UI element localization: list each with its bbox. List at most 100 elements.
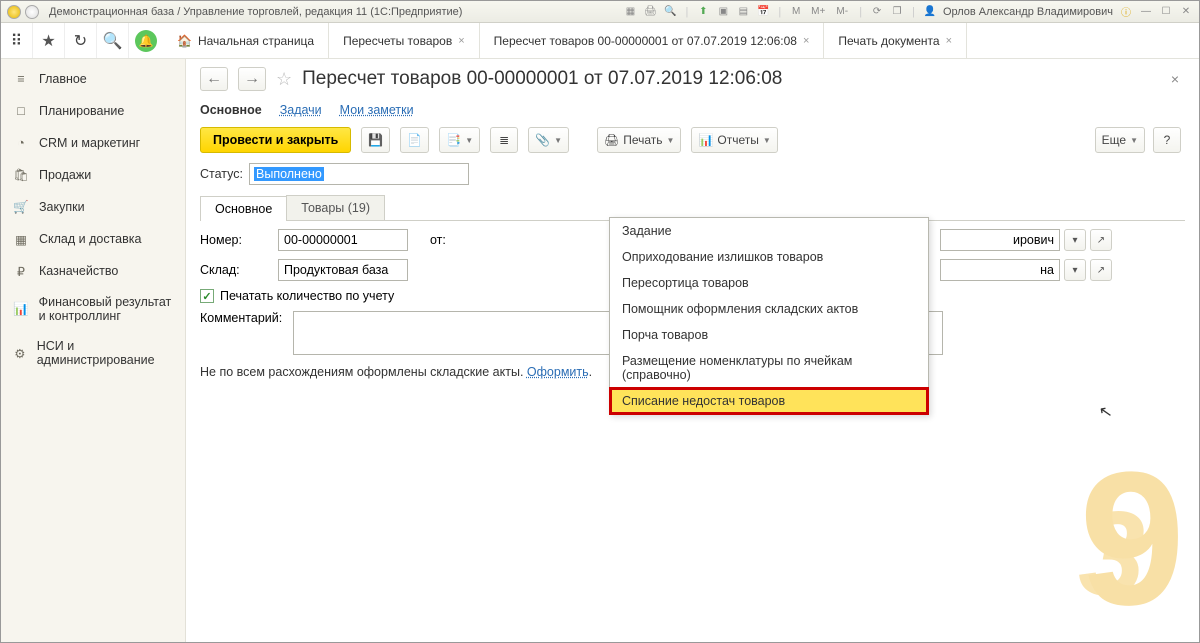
sidebar-item-main[interactable]: ≡Главное xyxy=(1,63,185,95)
number-field[interactable]: 00-00000001 xyxy=(278,229,408,251)
menu-item-writeoff[interactable]: Списание недостач товаров xyxy=(610,388,928,414)
cart-icon: 🛒 xyxy=(13,199,29,215)
link-main[interactable]: Основное xyxy=(200,103,262,117)
close-icon[interactable]: × xyxy=(803,35,809,47)
commit-close-button[interactable]: Провести и закрыть xyxy=(200,127,351,153)
sidebar-item-crm[interactable]: ◔CRM и маркетинг xyxy=(1,127,185,159)
dropdown-button[interactable]: ▾ xyxy=(1064,229,1086,251)
calendar-icon[interactable]: 📅 xyxy=(756,5,770,19)
memory-mminus[interactable]: M- xyxy=(833,5,851,19)
memory-m[interactable]: M xyxy=(789,5,803,19)
menu-item-resort[interactable]: Пересортица товаров xyxy=(610,270,928,296)
dropdown-button[interactable]: ▾ xyxy=(1064,259,1086,281)
gear-icon: ⚙ xyxy=(13,345,27,361)
doc-tab-main[interactable]: Основное xyxy=(200,196,287,221)
search-icon[interactable]: 🔍 xyxy=(97,23,129,58)
list-button[interactable]: ≣ xyxy=(490,127,518,153)
help-button[interactable]: ? xyxy=(1153,127,1181,153)
tab-print-doc-label: Печать документа xyxy=(838,34,939,48)
reports-button[interactable]: 📊 Отчеты▼ xyxy=(691,127,777,153)
money-icon: ₽ xyxy=(13,263,29,279)
create-based-menu: Задание Оприходование излишков товаров П… xyxy=(609,217,929,415)
bag-icon: 🛍 xyxy=(13,167,29,183)
responsible-field[interactable]: ирович xyxy=(940,229,1060,251)
bars-icon: 📊 xyxy=(13,301,29,317)
status-field[interactable]: Выполнено xyxy=(249,163,469,185)
status-label: Статус: xyxy=(200,167,243,181)
menu-item-surplus[interactable]: Оприходование излишков товаров xyxy=(610,244,928,270)
sidebar-item-label: Казначейство xyxy=(39,264,118,278)
sidebar-item-label: Главное xyxy=(39,72,87,86)
open-button[interactable]: ↗ xyxy=(1090,229,1112,251)
history-icon[interactable]: ↻ xyxy=(65,23,97,58)
close-icon[interactable]: × xyxy=(458,35,464,47)
apps-grid-icon[interactable]: ⠿ xyxy=(1,23,33,58)
refresh-icon[interactable]: ⟳ xyxy=(870,5,884,19)
open-button[interactable]: ↗ xyxy=(1090,259,1112,281)
home-icon: 🏠 xyxy=(177,34,192,48)
section-links: Основное Задачи Мои заметки xyxy=(200,103,1185,117)
print-icon[interactable]: 🖨 xyxy=(644,5,658,19)
more-button[interactable]: Еще▼ xyxy=(1095,127,1145,153)
menu-item-assistant[interactable]: Помощник оформления складских актов xyxy=(610,296,928,322)
menu-item-task[interactable]: Задание xyxy=(610,218,928,244)
info-icon[interactable]: ⓘ xyxy=(1119,5,1133,19)
tab-home[interactable]: 🏠 Начальная страница xyxy=(163,23,329,58)
sidebar-item-sales[interactable]: 🛍Продажи xyxy=(1,159,185,191)
doc-tab-goods[interactable]: Товары (19) xyxy=(286,195,385,220)
up-icon[interactable]: ⬆ xyxy=(696,5,710,19)
checkbox-icon: ✓ xyxy=(200,289,214,303)
nav-back-button[interactable]: ← xyxy=(200,67,228,91)
warehouse-label: Склад: xyxy=(200,263,270,277)
dropdown-orb-icon[interactable] xyxy=(25,5,39,19)
boxes-icon: ▦ xyxy=(13,231,29,247)
link-notes[interactable]: Мои заметки xyxy=(340,103,414,117)
chart-icon: □ xyxy=(13,103,29,119)
post-button[interactable]: 📄 xyxy=(400,127,429,153)
warehouse-field[interactable]: Продуктовая база xyxy=(278,259,408,281)
windows-icon[interactable]: ❐ xyxy=(890,5,904,19)
favorites-icon[interactable]: ★ xyxy=(33,23,65,58)
tab-recounts[interactable]: Пересчеты товаров × xyxy=(329,23,480,58)
page-icon[interactable]: ▤ xyxy=(736,5,750,19)
save-button[interactable]: 💾 xyxy=(361,127,390,153)
from-label: от: xyxy=(430,233,446,247)
user-name: Орлов Александр Владимирович xyxy=(943,6,1113,18)
attach-button[interactable]: 📎▼ xyxy=(528,127,569,153)
favorite-toggle-icon[interactable]: ☆ xyxy=(276,69,292,90)
menu-item-damage[interactable]: Порча товаров xyxy=(610,322,928,348)
tab-print-doc[interactable]: Печать документа × xyxy=(824,23,967,58)
sidebar-item-nsi[interactable]: ⚙ НСИ и администрирование xyxy=(1,331,185,375)
mouse-cursor-icon: ↖ xyxy=(1097,401,1114,423)
close-page-button[interactable]: × xyxy=(1171,71,1185,87)
link-tasks[interactable]: Задачи xyxy=(280,103,322,117)
create-based-button[interactable]: 📑▼ xyxy=(439,127,480,153)
tab-recount-doc-label: Пересчет товаров 00-00000001 от 07.07.20… xyxy=(494,34,797,48)
square-icon[interactable]: ▣ xyxy=(716,5,730,19)
nav-forward-button[interactable]: → xyxy=(238,67,266,91)
tab-recount-doc[interactable]: Пересчет товаров 00-00000001 от 07.07.20… xyxy=(480,23,825,58)
tab-recounts-label: Пересчеты товаров xyxy=(343,34,452,48)
close-icon[interactable]: × xyxy=(946,35,952,47)
minimize-button[interactable]: — xyxy=(1139,5,1153,19)
user-icon: 👤 xyxy=(923,5,937,19)
sidebar-item-warehouse[interactable]: ▦ Склад и доставка xyxy=(1,223,185,255)
comment-label: Комментарий: xyxy=(200,311,285,325)
sidebar-item-treasury[interactable]: ₽ Казначейство xyxy=(1,255,185,287)
close-window-button[interactable]: ✕ xyxy=(1179,5,1193,19)
grid-icon[interactable]: ▦ xyxy=(624,5,638,19)
sidebar-item-planning[interactable]: □Планирование xyxy=(1,95,185,127)
doc-icon[interactable]: 🔍 xyxy=(664,5,678,19)
sidebar-item-purchases[interactable]: 🛒Закупки xyxy=(1,191,185,223)
maximize-button[interactable]: ☐ xyxy=(1159,5,1173,19)
extra-field[interactable]: на xyxy=(940,259,1060,281)
number-label: Номер: xyxy=(200,233,270,247)
menu-item-placement[interactable]: Размещение номенклатуры по ячейкам (спра… xyxy=(610,348,928,388)
notifications-button[interactable]: 🔔 xyxy=(129,23,163,58)
sidebar-item-label: НСИ и администрирование xyxy=(37,339,173,367)
sidebar-item-label: Склад и доставка xyxy=(39,232,141,246)
create-acts-link[interactable]: Оформить xyxy=(527,365,589,379)
memory-mplus[interactable]: M+ xyxy=(809,5,827,19)
print-button[interactable]: 🖨 Печать▼ xyxy=(597,127,681,153)
sidebar-item-fin[interactable]: 📊Финансовый результат и контроллинг xyxy=(1,287,185,331)
